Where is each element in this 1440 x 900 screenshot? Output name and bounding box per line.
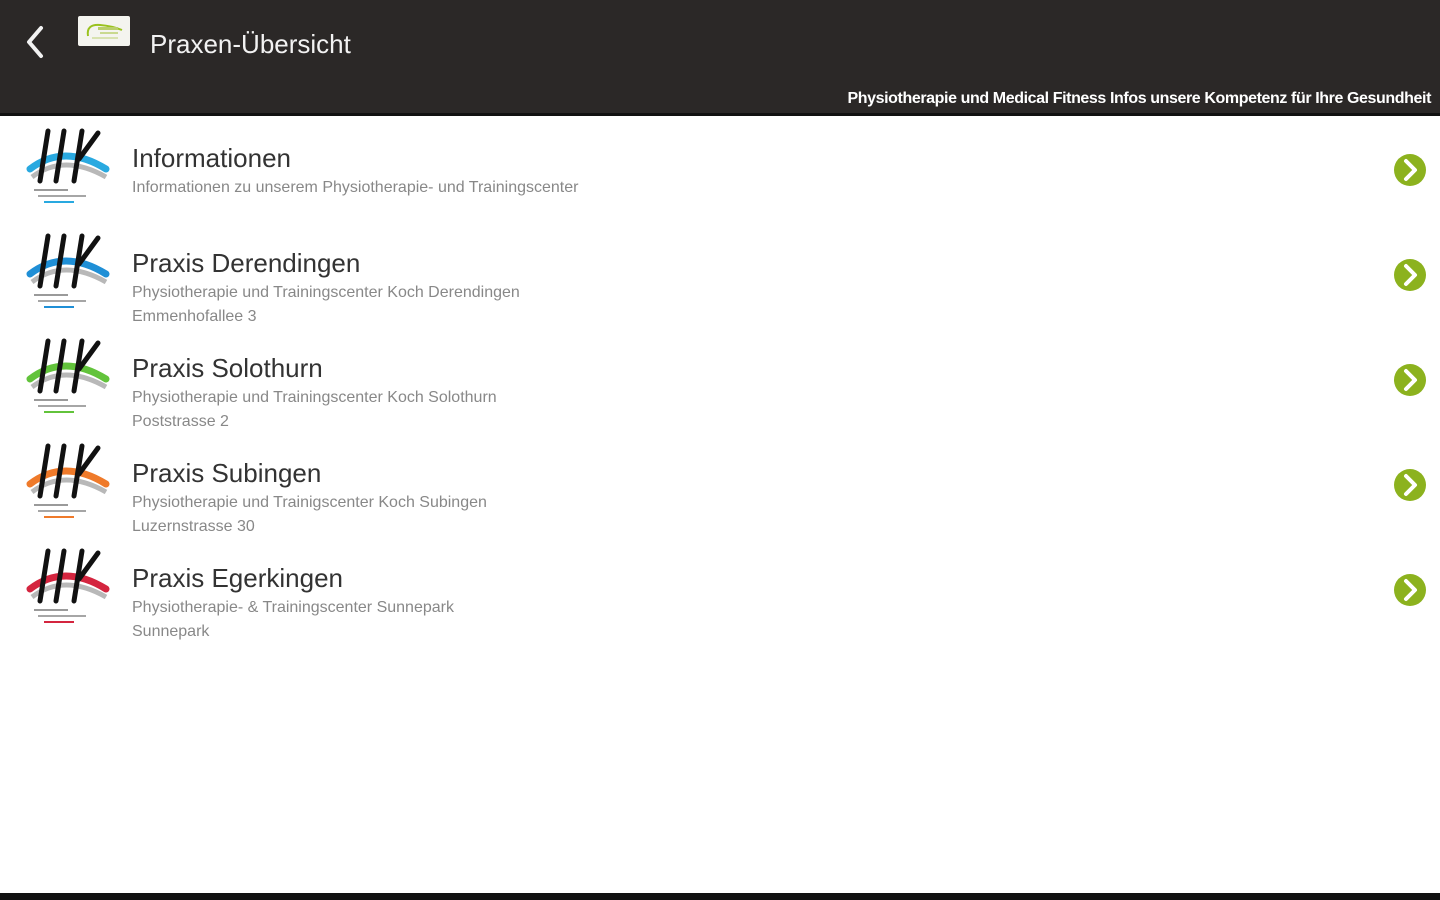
chevron-left-icon (27, 26, 43, 58)
practice-logo (26, 128, 110, 203)
list-item[interactable]: Praxis Subingen Physiotherapie und Train… (0, 432, 1440, 537)
back-button[interactable] (18, 24, 52, 60)
item-subtitle: Informationen zu unserem Physiotherapie-… (132, 179, 579, 196)
item-subtitle: Physiotherapie und Trainingscenter Koch … (132, 389, 497, 406)
list-item[interactable]: Informationen Informationen zu unserem P… (0, 117, 1440, 222)
chevron-right-circle-icon[interactable] (1393, 363, 1427, 397)
header-tagline: Physiotherapie und Medical Fitness Infos… (847, 90, 1431, 107)
item-title: Praxis Subingen (132, 458, 322, 488)
item-title: Praxis Solothurn (132, 353, 323, 383)
practice-list: Informationen Informationen zu unserem P… (0, 117, 1440, 642)
practice-logo (26, 443, 110, 518)
item-subtitle: Physiotherapie- & Trainingscenter Sunnep… (132, 599, 454, 616)
item-title: Informationen (132, 143, 291, 173)
chevron-right-circle-icon[interactable] (1393, 153, 1427, 187)
item-title: Praxis Egerkingen (132, 563, 343, 593)
list-item[interactable]: Praxis Derendingen Physiotherapie und Tr… (0, 222, 1440, 327)
item-subtitle: Physiotherapie und Trainingscenter Koch … (132, 284, 520, 301)
practice-logo (26, 233, 110, 308)
app-header: Praxen-Übersicht Physiotherapie und Medi… (0, 0, 1440, 116)
chevron-right-circle-icon[interactable] (1393, 258, 1427, 292)
item-subtitle: Physiotherapie und Trainigscenter Koch S… (132, 494, 487, 511)
list-item[interactable]: Praxis Egerkingen Physiotherapie- & Trai… (0, 537, 1440, 642)
item-title: Praxis Derendingen (132, 248, 361, 278)
item-address: Emmenhofallee 3 (132, 308, 257, 325)
item-address: Sunnepark (132, 623, 210, 640)
app-logo (78, 16, 130, 46)
list-item[interactable]: Praxis Solothurn Physiotherapie und Trai… (0, 327, 1440, 432)
chevron-right-circle-icon[interactable] (1393, 468, 1427, 502)
item-address: Luzernstrasse 30 (132, 518, 255, 535)
practice-logo (26, 548, 110, 623)
item-address: Poststrasse 2 (132, 413, 229, 430)
chevron-right-circle-icon[interactable] (1393, 573, 1427, 607)
page-title: Praxen-Übersicht (150, 29, 351, 59)
bottom-edge (0, 893, 1440, 900)
practice-logo (26, 338, 110, 413)
